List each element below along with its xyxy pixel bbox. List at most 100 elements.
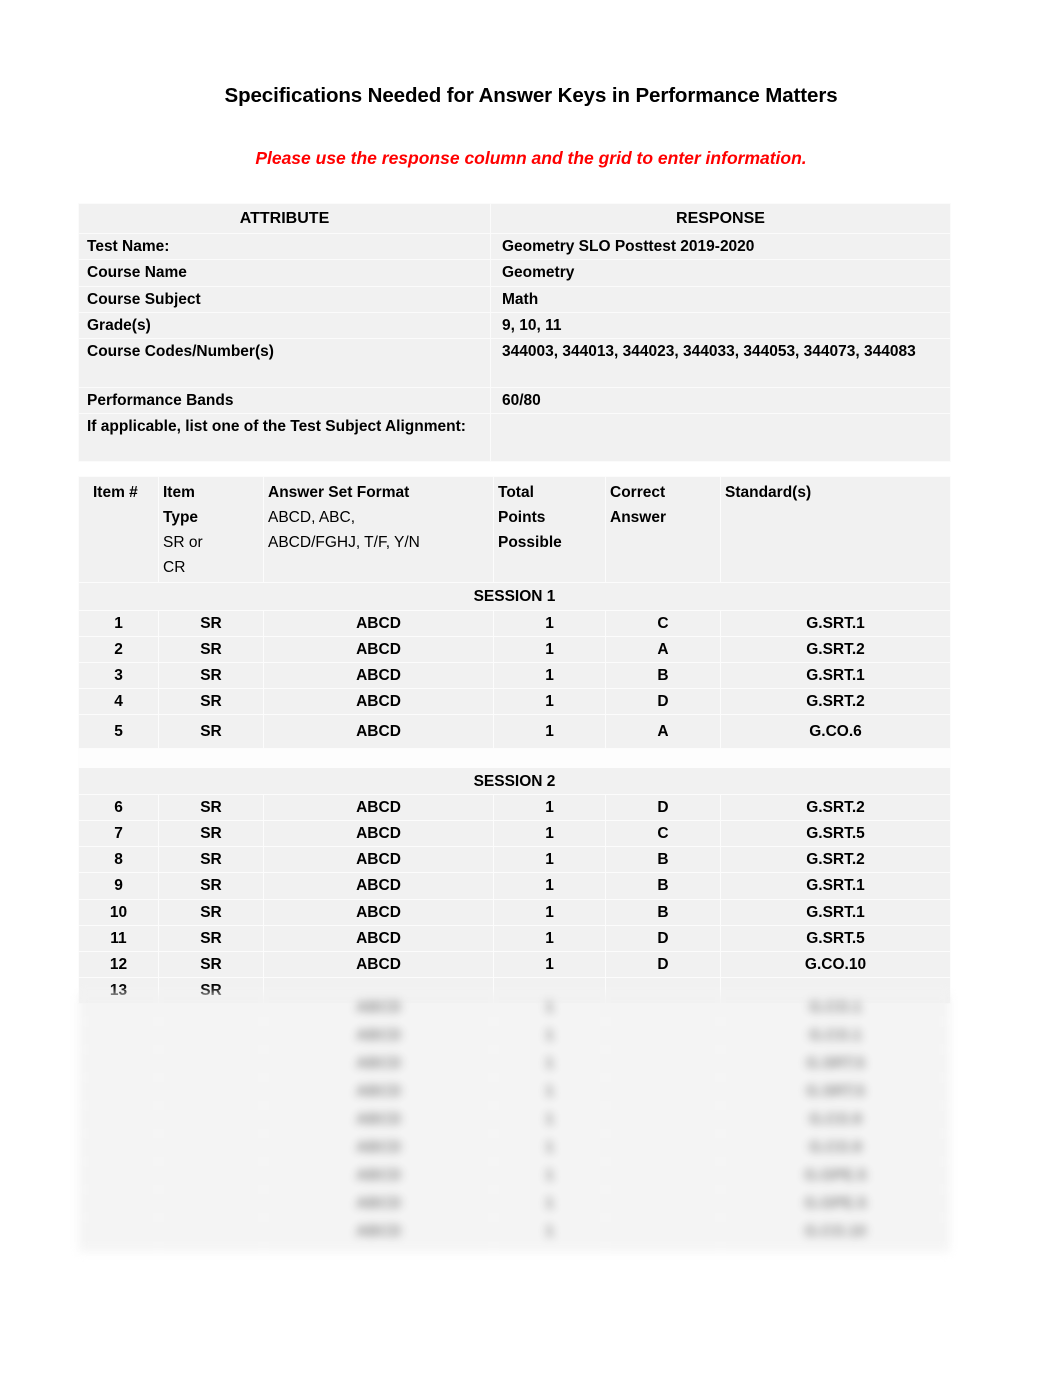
answer-format-cell[interactable]: ABCD [263, 846, 494, 874]
standard-cell[interactable]: G.SRT.1 [720, 661, 951, 689]
answer-format-cell: ABCD [263, 1021, 494, 1050]
standard-cell[interactable]: G.SRT.5 [720, 924, 951, 952]
answer-format-cell[interactable]: ABCD [263, 898, 494, 926]
item-number-cell: 5 [78, 713, 159, 749]
item-type-cell[interactable]: SR [158, 687, 264, 715]
table-row: 9 SR ABCD 1 B G.SRT.1 [78, 872, 951, 900]
standard-cell[interactable]: G.CO.6 [720, 713, 951, 749]
correct-answer-cell[interactable]: C [605, 609, 721, 637]
total-points-cell[interactable]: 1 [493, 820, 606, 848]
attribute-column-header: ATTRIBUTE [78, 202, 491, 235]
answer-format-cell: ABCD [263, 1245, 494, 1252]
total-points-cell: 1 [493, 1133, 606, 1162]
total-points-cell: 1 [493, 1105, 606, 1134]
item-type-cell[interactable]: SR [158, 661, 264, 689]
item-number-cell [78, 1105, 159, 1134]
total-points-cell[interactable]: 1 [493, 872, 606, 900]
item-type-cell[interactable]: SR [158, 794, 264, 822]
answer-format-cell[interactable]: ABCD [263, 820, 494, 848]
item-type-cell [158, 1245, 264, 1252]
item-type-header-line3: SR or [163, 534, 203, 552]
answer-format-cell[interactable]: ABCD [263, 950, 494, 978]
answer-format-cell[interactable]: ABCD [263, 661, 494, 689]
total-points-cell[interactable]: 1 [493, 950, 606, 978]
session-1-divider-row: SESSION 1 [78, 582, 951, 611]
item-number-cell [78, 1217, 159, 1246]
table-row: 4 SR ABCD 1 D G.SRT.2 [78, 687, 951, 715]
correct-answer-cell[interactable]: B [605, 872, 721, 900]
correct-answer-cell[interactable]: D [605, 794, 721, 822]
table-row: ABCD 1 G.CO.1 [78, 993, 950, 1022]
answer-format-cell[interactable]: ABCD [263, 713, 494, 749]
answer-format-cell: ABCD [263, 1133, 494, 1162]
table-row: ABCD 1 G.CO.10 [78, 1245, 950, 1252]
standard-cell[interactable]: G.SRT.1 [720, 872, 951, 900]
total-points-cell[interactable]: 1 [493, 687, 606, 715]
answer-format-cell[interactable]: ABCD [263, 872, 494, 900]
correct-answer-cell[interactable]: D [605, 924, 721, 952]
table-row: 1 SR ABCD 1 C G.SRT.1 [78, 609, 951, 637]
obscured-answer-key-region: ABCD 1 G.CO.1 ABCD 1 G.CO.1 ABCD 1 G.SRT… [78, 993, 950, 1252]
answer-format-cell[interactable]: ABCD [263, 687, 494, 715]
total-points-cell[interactable]: 1 [493, 794, 606, 822]
instruction-subtitle: Please use the response column and the g… [255, 148, 807, 168]
item-type-cell[interactable]: SR [158, 846, 264, 874]
table-row: ABCD 1 G.CO.9 [78, 1105, 950, 1134]
correct-answer-cell [605, 1133, 721, 1162]
standard-cell[interactable]: G.SRT.2 [720, 846, 951, 874]
answer-format-cell[interactable]: ABCD [263, 635, 494, 663]
total-points-cell[interactable]: 1 [493, 635, 606, 663]
answer-format-cell[interactable]: ABCD [263, 924, 494, 952]
standard-cell[interactable]: G.CO.10 [720, 950, 951, 978]
response-value[interactable]: 9, 10, 11 [490, 311, 951, 340]
item-type-cell[interactable]: SR [158, 713, 264, 749]
table-row: ABCD 1 G.SRT.5 [78, 1049, 950, 1078]
item-number-cell [78, 1049, 159, 1078]
item-type-cell[interactable]: SR [158, 820, 264, 848]
total-points-cell[interactable]: 1 [493, 898, 606, 926]
item-type-cell[interactable]: SR [158, 898, 264, 926]
total-points-cell[interactable]: 1 [493, 846, 606, 874]
response-value[interactable]: Geometry [490, 259, 951, 287]
correct-answer-cell[interactable]: B [605, 846, 721, 874]
correct-answer-cell[interactable]: B [605, 661, 721, 689]
correct-answer-cell[interactable]: D [605, 687, 721, 715]
correct-answer-cell[interactable]: A [605, 713, 721, 749]
total-points-cell[interactable]: 1 [493, 609, 606, 637]
table-row: 11 SR ABCD 1 D G.SRT.5 [78, 924, 951, 952]
correct-answer-cell[interactable]: C [605, 820, 721, 848]
item-number-cell: 4 [78, 687, 159, 715]
total-points-cell[interactable]: 1 [493, 661, 606, 689]
standard-cell[interactable]: G.SRT.2 [720, 794, 951, 822]
correct-answer-cell[interactable]: A [605, 635, 721, 663]
item-type-cell[interactable]: SR [158, 609, 264, 637]
answer-format-cell[interactable]: ABCD [263, 609, 494, 637]
item-type-cell[interactable]: SR [158, 924, 264, 952]
correct-answer-cell[interactable]: B [605, 898, 721, 926]
total-points-cell: 1 [493, 1049, 606, 1078]
attribute-label: Course Codes/Number(s) [78, 338, 491, 389]
correct-answer-cell[interactable]: D [605, 950, 721, 978]
response-value[interactable]: Geometry SLO Posttest 2019-2020 [490, 233, 951, 261]
standard-cell[interactable]: G.SRT.1 [720, 609, 951, 637]
response-value[interactable]: 60/80 [490, 387, 951, 415]
response-value[interactable]: Math [490, 285, 951, 313]
standard-cell[interactable]: G.SRT.2 [720, 687, 951, 715]
attribute-label: Performance Bands [78, 387, 491, 415]
standard-cell[interactable]: G.SRT.1 [720, 898, 951, 926]
item-type-cell[interactable]: SR [158, 950, 264, 978]
standard-cell: G.GPE.5 [720, 1189, 950, 1218]
table-row: Course Codes/Number(s) 344003, 344013, 3… [78, 338, 951, 389]
response-value[interactable] [490, 413, 951, 463]
item-type-cell[interactable]: SR [158, 872, 264, 900]
response-value[interactable]: 344003, 344013, 344023, 344033, 344053, … [490, 338, 951, 389]
total-points-cell[interactable]: 1 [493, 924, 606, 952]
answer-format-header-line3: ABCD/FGHJ, T/F, Y/N [268, 534, 420, 552]
total-points-cell[interactable]: 1 [493, 713, 606, 749]
item-type-cell[interactable]: SR [158, 635, 264, 663]
answer-format-cell[interactable]: ABCD [263, 794, 494, 822]
standard-cell[interactable]: G.SRT.5 [720, 820, 951, 848]
standard-cell[interactable]: G.SRT.2 [720, 635, 951, 663]
attribute-label: Test Name: [78, 233, 491, 261]
obscured-rows-table: ABCD 1 G.CO.1 ABCD 1 G.CO.1 ABCD 1 G.SRT… [78, 993, 950, 1252]
